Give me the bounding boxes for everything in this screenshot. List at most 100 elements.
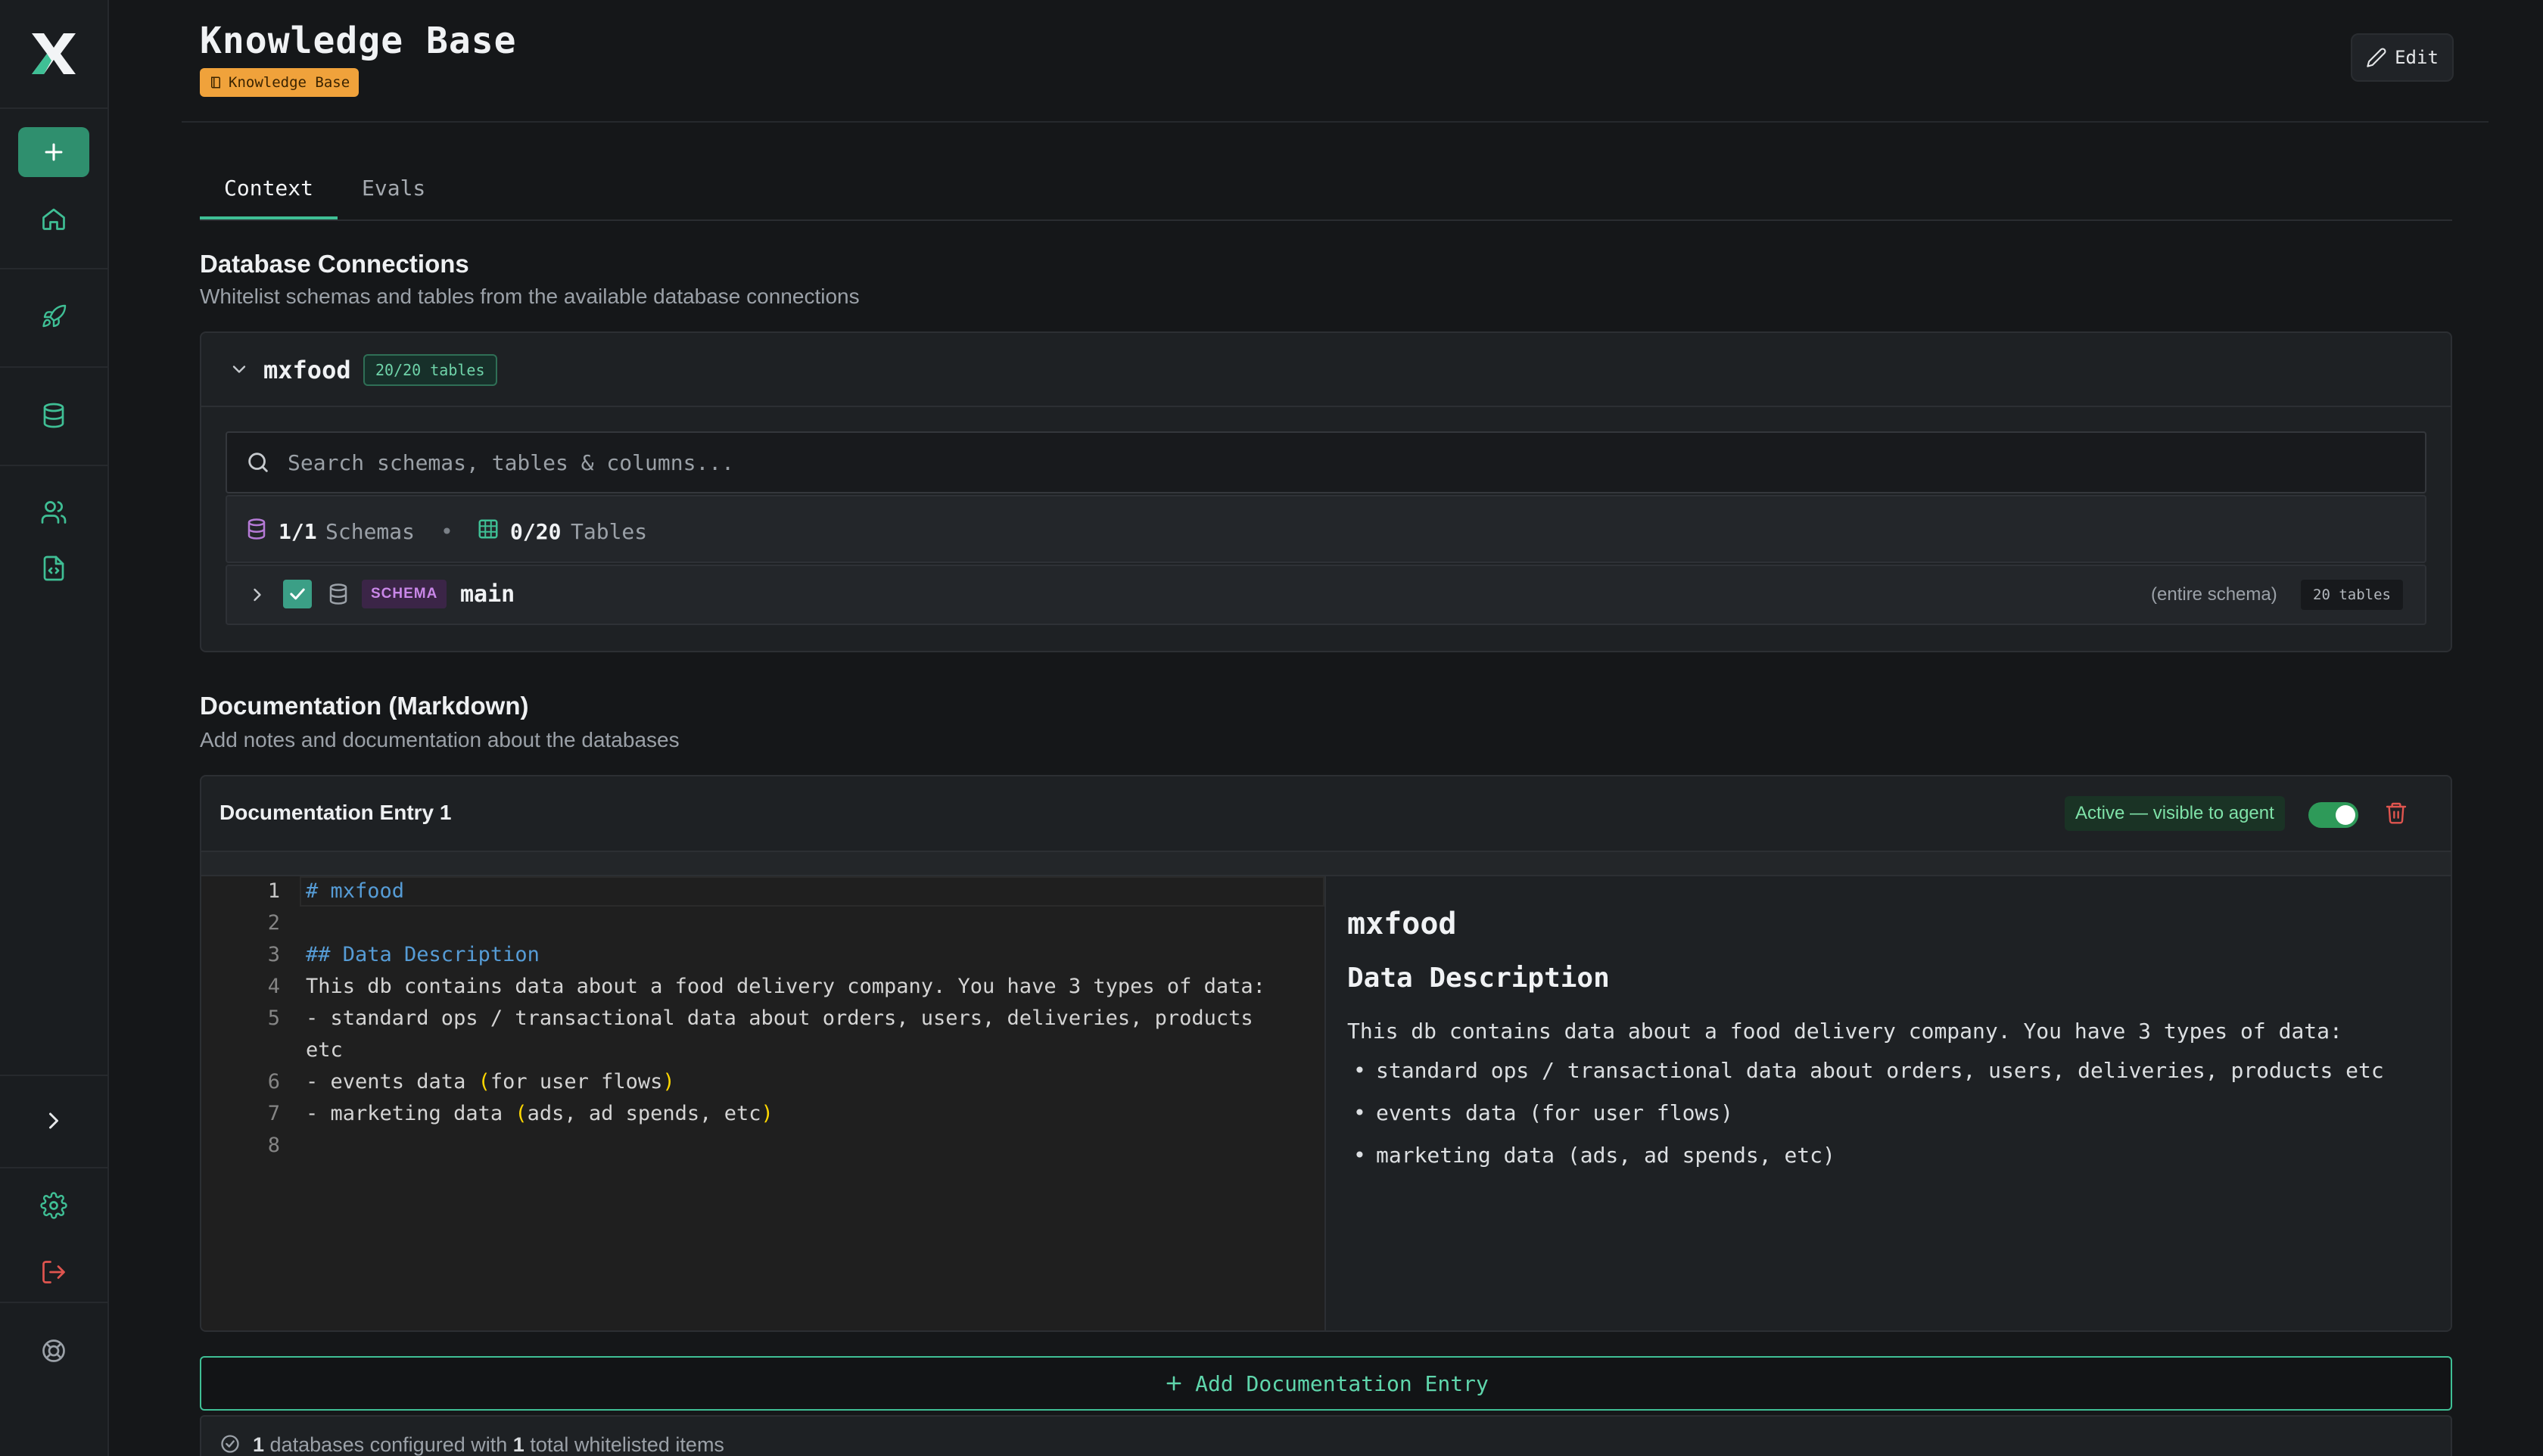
knowledge-base-badge: Knowledge Base xyxy=(200,68,360,97)
current-line-highlight xyxy=(300,876,1324,907)
tables-label: Tables xyxy=(571,519,648,544)
new-chat-button[interactable] xyxy=(18,127,89,177)
line-number: 4 xyxy=(267,975,280,998)
doc-section-subtitle: Add notes and documentation about the da… xyxy=(200,728,680,751)
logout-icon[interactable] xyxy=(38,1256,70,1288)
tables-count-badge: 20/20 tables xyxy=(363,354,497,386)
schema-checkbox[interactable] xyxy=(283,580,312,608)
tab-context[interactable]: Context xyxy=(224,176,313,201)
active-tab-indicator xyxy=(200,216,338,219)
pencil-icon xyxy=(2367,48,2386,67)
active-toggle[interactable] xyxy=(2308,802,2358,828)
line-number: 1 xyxy=(267,879,280,903)
stats-separator: • xyxy=(440,519,453,544)
doc-entry-header: Documentation Entry 1 Active — visible t… xyxy=(201,776,2451,851)
schema-row[interactable]: SCHEMA main (entire schema) 20 tables xyxy=(226,565,2426,625)
tab-bar: Context Evals xyxy=(200,159,2452,221)
db-connection-header[interactable]: mxfood 20/20 tables xyxy=(201,333,2451,407)
edit-label: Edit xyxy=(2395,47,2439,68)
search-input[interactable] xyxy=(288,443,2392,481)
line-number: 5 xyxy=(267,1006,280,1030)
preview-list-item: events data (for user flows) xyxy=(1353,1100,1733,1125)
sidebar-divider xyxy=(0,366,107,368)
preview-list-item: marketing data (ads, ad spends, etc) xyxy=(1353,1143,1835,1168)
items-count: 1 xyxy=(512,1433,524,1456)
rocket-icon[interactable] xyxy=(38,301,70,333)
logo-icon[interactable] xyxy=(27,27,80,80)
sidebar-divider xyxy=(0,1075,107,1076)
schema-tables-badge: 20 tables xyxy=(2301,580,2403,610)
code-line: This db contains data about a food deliv… xyxy=(306,975,1265,998)
doc-section-title: Documentation (Markdown) xyxy=(200,692,529,720)
trash-icon xyxy=(2386,802,2407,824)
add-documentation-entry-button[interactable]: Add Documentation Entry xyxy=(200,1356,2452,1411)
line-number: 7 xyxy=(267,1102,280,1125)
schema-tag: SCHEMA xyxy=(362,580,447,608)
sidebar-divider xyxy=(0,1302,107,1303)
database-icon[interactable] xyxy=(38,400,70,431)
line-number: 8 xyxy=(267,1134,280,1157)
sidebar-divider xyxy=(0,1167,107,1168)
toggle-knob xyxy=(2336,805,2355,825)
schema-search xyxy=(226,431,2426,493)
tab-evals[interactable]: Evals xyxy=(362,176,425,201)
file-code-icon[interactable] xyxy=(38,552,70,584)
code-line: # mxfood xyxy=(306,879,405,903)
schema-name: main xyxy=(460,581,515,608)
preview-paragraph: This db contains data about a food deliv… xyxy=(1347,1019,2342,1044)
sidebar-divider xyxy=(0,465,107,466)
preview-list-item: standard ops / transactional data about … xyxy=(1353,1058,2384,1083)
db-connection-panel: mxfood 20/20 tables 1/1 Schemas • 0/20 T… xyxy=(200,331,2452,652)
summary-text-b: total whitelisted items xyxy=(530,1433,724,1456)
line-number: 3 xyxy=(267,943,280,966)
code-line: - standard ops / transactional data abou… xyxy=(306,1006,1253,1030)
markdown-editor[interactable]: 1 # mxfood 2 3 ## Data Description 4 Thi… xyxy=(201,876,1326,1330)
users-icon[interactable] xyxy=(38,496,70,528)
database-icon xyxy=(247,518,266,540)
markdown-preview: mxfood Data Description This db contains… xyxy=(1328,876,2451,1330)
tables-count: 0/20 xyxy=(510,519,562,544)
code-line: - marketing data (ads, ad spends, etc) xyxy=(306,1102,773,1125)
code-line: - events data (for user flows) xyxy=(306,1070,675,1094)
code-line-wrap: etc xyxy=(306,1038,343,1062)
documentation-entry: Documentation Entry 1 Active — visible t… xyxy=(200,775,2452,1332)
table-icon xyxy=(478,519,498,539)
chevron-right-icon[interactable] xyxy=(247,584,268,605)
db-connection-name: mxfood xyxy=(263,356,351,384)
summary-text: 1 databases configured with 1 total whit… xyxy=(253,1433,724,1456)
chevron-down-icon[interactable] xyxy=(229,359,250,380)
sidebar xyxy=(0,0,109,1456)
add-entry-label: Add Documentation Entry xyxy=(1195,1370,1489,1396)
home-icon[interactable] xyxy=(38,203,70,235)
header-divider xyxy=(182,121,2489,123)
gear-icon[interactable] xyxy=(38,1190,70,1221)
selection-stats: 1/1 Schemas • 0/20 Tables xyxy=(226,495,2426,563)
delete-entry-button[interactable] xyxy=(2381,798,2411,828)
sidebar-divider xyxy=(0,107,107,109)
summary-text-a: databases configured with xyxy=(269,1433,508,1456)
db-section-subtitle: Whitelist schemas and tables from the av… xyxy=(200,285,860,308)
database-icon xyxy=(329,583,347,605)
plus-icon xyxy=(45,143,63,161)
page-title: Knowledge Base xyxy=(200,20,517,62)
book-icon xyxy=(211,76,220,89)
plus-icon xyxy=(1166,1376,1181,1391)
editor-toolbar xyxy=(201,851,2451,876)
edit-button[interactable]: Edit xyxy=(2351,33,2454,82)
check-circle-icon xyxy=(221,1435,239,1453)
lifebuoy-icon[interactable] xyxy=(38,1335,70,1367)
active-status-badge: Active — visible to agent xyxy=(2065,796,2285,831)
badge-label: Knowledge Base xyxy=(229,74,350,91)
code-line: ## Data Description xyxy=(306,943,540,966)
schema-scope: (entire schema) xyxy=(2151,584,2277,605)
line-number: 6 xyxy=(267,1070,280,1094)
schemas-label: Schemas xyxy=(325,519,416,544)
line-number: 2 xyxy=(267,911,280,935)
preview-heading-2: Data Description xyxy=(1347,963,1610,994)
chevron-right-icon[interactable] xyxy=(38,1105,70,1137)
sidebar-divider xyxy=(0,268,107,269)
summary-bar: 1 databases configured with 1 total whit… xyxy=(200,1415,2452,1456)
search-icon xyxy=(248,453,268,472)
db-section-title: Database Connections xyxy=(200,250,469,278)
db-count: 1 xyxy=(253,1433,265,1456)
